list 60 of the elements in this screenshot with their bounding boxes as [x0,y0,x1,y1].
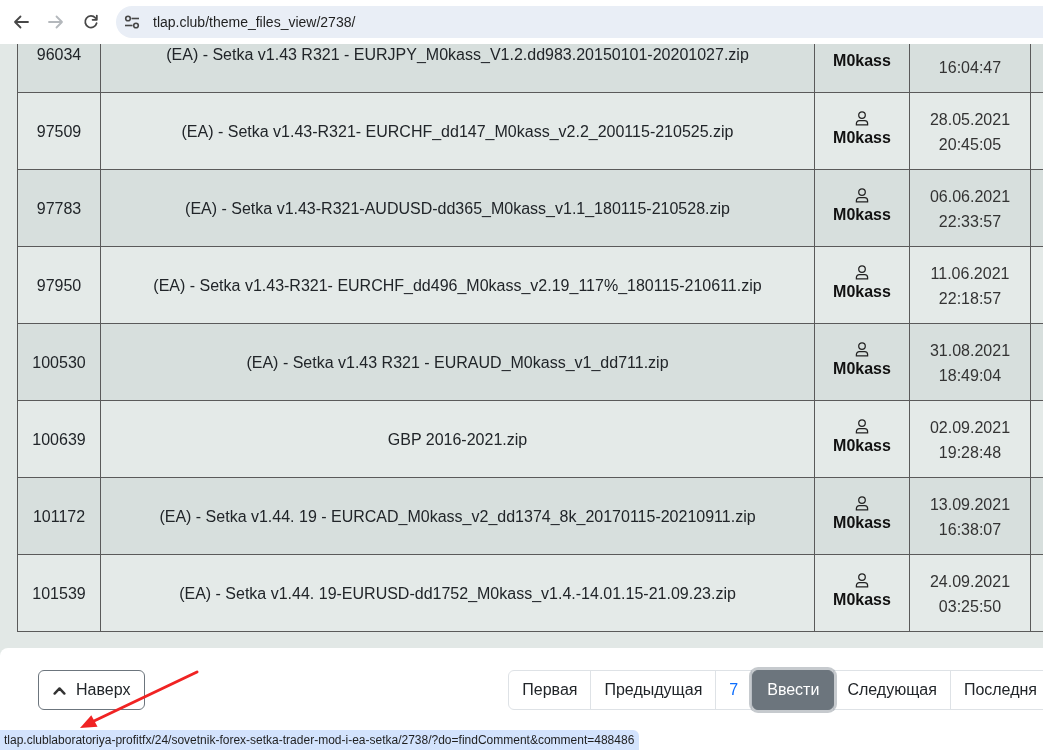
author-name: M0kass [833,437,891,454]
author-name: M0kass [833,514,891,531]
user-icon [855,419,869,434]
user-icon [855,573,869,588]
file-name: (EA) - Setka v1.43 R321 - EURJPY_M0kass_V1.2.dd983.20150101-20201027.zip [166,45,749,63]
author-name: M0kass [833,129,891,146]
upload-time: 22:33:57 [938,212,1002,230]
pagination-link[interactable]: Следующая [833,670,951,710]
page-number-link[interactable]: 7 [715,670,753,710]
upload-time: 22:18:57 [938,289,1002,307]
upload-date: 31.08.2021 [929,341,1011,359]
upload-time: 16:04:47 [938,58,1002,76]
url-text: tlap.club/theme_files_view/2738/ [153,12,356,32]
upload-time: 16:38:07 [938,520,1002,538]
file-name: (EA) - Setka v1.43-R321-AUDUSD-dd365_M0kass_v1.1_180115-210528.zip [185,199,730,217]
user-icon [855,265,869,280]
left-arrow-icon[interactable] [13,14,29,30]
file-name: (EA) - Setka v1.44. 19-EURUSD-dd1752_M0kass_v1.4.-14.01.15-21.09.23.zip [179,584,736,602]
sliders-icon[interactable] [124,15,140,29]
file-id: 101539 [32,584,86,602]
file-id: 97783 [36,199,82,217]
upload-time: 18:49:04 [938,366,1002,384]
author-name: M0kass [833,206,891,223]
file-id: 101172 [32,507,86,525]
user-icon [855,342,869,357]
upload-date: 02.09.2021 [929,418,1011,436]
user-icon [855,496,869,511]
go-button[interactable]: Ввести [752,670,835,710]
file-name: (EA) - Setka v1.43-R321- EURCHF_dd147_M0kass_v2.2_200115-210525.zip [181,122,734,140]
pagination-link[interactable]: Первая [508,670,592,710]
upload-time: 19:28:48 [938,443,1002,461]
pagination-link[interactable]: Предыдущая [590,670,717,710]
file-name: GBP 2016-2021.zip [387,430,528,448]
pagination-link[interactable]: Последня [949,670,1043,710]
file-name: (EA) - Setka v1.43-R321- EURCHF_dd496_M0kass_v2.19_117%_180115-210611.zip [153,276,762,294]
file-name: (EA) - Setka v1.43 R321 - EURAUD_M0kass_v1_dd711.zip [246,353,669,371]
user-icon [855,111,869,126]
file-name: (EA) - Setka v1.44. 19 - EURCAD_M0kass_v2_dd1374_8k_20170115-20210911.zip [159,507,756,525]
author-name: M0kass [833,591,891,608]
file-id: 100530 [32,353,86,371]
file-id: 97950 [36,276,82,294]
file-id: 96034 [36,45,82,63]
scroll-top-button[interactable]: Наверх [38,670,146,710]
upload-date: 06.06.2021 [929,187,1011,205]
upload-date: 28.05.2021 [929,110,1011,128]
upload-date: 13.09.2021 [929,495,1011,513]
user-icon [855,188,869,203]
address-bar[interactable]: tlap.club/theme_files_view/2738/ [116,6,1043,38]
file-id: 100639 [32,430,86,448]
chevron-up-icon [53,685,66,695]
reload-icon[interactable] [83,14,99,30]
link-status-bar: tlap.clublaboratoriya-profitfx/24/sovetnik-forex-setka-trader-mod-i-ea-setka/2738/?do=findComment&comment=488486 [0,730,640,750]
upload-date: 24.09.2021 [929,572,1011,590]
author-name: M0kass [833,283,891,300]
upload-time: 03:25:50 [938,597,1002,615]
upload-date: 11.06.2021 [930,264,1010,282]
author-name: M0kass [833,52,891,69]
file-id: 97509 [36,122,82,140]
upload-time: 20:45:05 [938,135,1002,153]
author-name: M0kass [833,360,891,377]
